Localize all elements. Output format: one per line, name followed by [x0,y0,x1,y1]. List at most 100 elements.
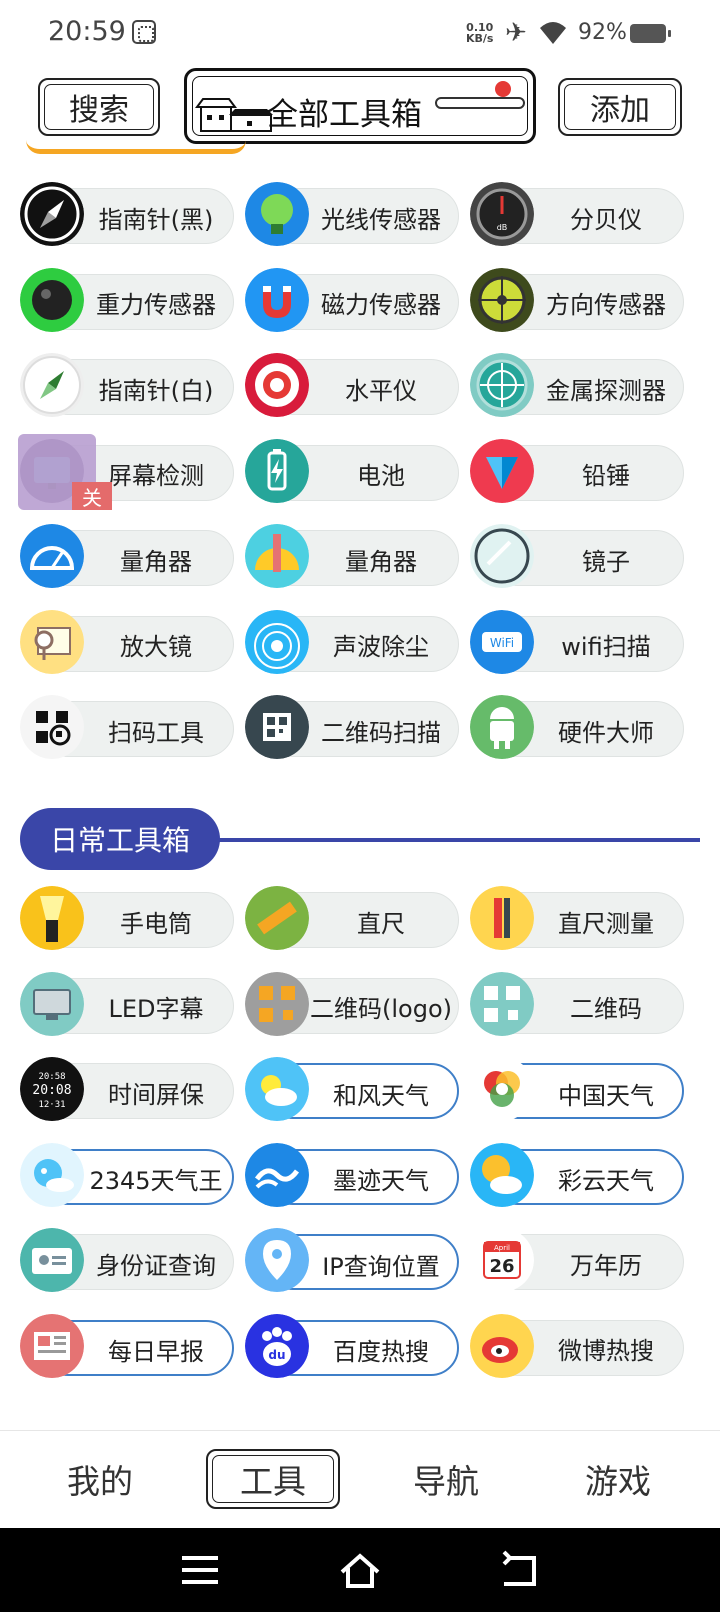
moji-weather-icon[interactable] [245,1142,309,1207]
tool-label: 中国天气 [558,1081,654,1110]
clock-screensaver-icon[interactable]: 20:58 20:08 12·31 [20,1057,84,1121]
tool-tile[interactable]: 墨迹天气 [245,1142,459,1207]
tool-tile[interactable]: 金属探测器 [470,353,684,417]
newspaper-icon[interactable] [20,1313,84,1378]
qr-code-icon[interactable] [470,971,534,1036]
tool-tile[interactable]: 量角器 [245,524,459,588]
compass-black-icon[interactable] [20,182,84,246]
tool-tile[interactable]: 镜子 [470,524,684,588]
tool-tile[interactable]: IP查询位置 [245,1228,459,1292]
ruler-pencil-icon[interactable] [470,886,534,950]
tool-tile[interactable]: 二维码扫描 [245,695,459,759]
ruler-icon[interactable] [245,886,309,950]
back-icon[interactable] [496,1548,544,1592]
tool-tile[interactable]: 百度热搜 du [245,1313,459,1378]
tool-tile[interactable]: 身份证查询 [20,1228,234,1292]
tool-label: wifi扫描 [561,633,651,661]
home-icon[interactable] [336,1548,384,1592]
monitor-icon[interactable] [20,971,84,1036]
level-target-icon[interactable] [245,353,309,417]
tool-tile[interactable]: 万年历 April 26 [470,1228,684,1292]
android-icon[interactable] [470,695,534,759]
tool-label: 磁力传感器 [321,291,441,319]
tool-tile[interactable]: 重力传感器 [20,267,234,332]
light-sensor-icon[interactable] [245,182,309,246]
nav-tab-mine[interactable]: 我的 [50,1449,150,1509]
protractor-icon[interactable] [20,524,84,588]
tool-tile[interactable]: 扫码工具 [20,695,234,759]
tool-tile[interactable]: 铅锤 [470,438,684,503]
tool-tile[interactable]: 微博热搜 [470,1313,684,1378]
tool-tile[interactable]: 直尺测量 [470,886,684,950]
tool-label: 铅锤 [582,462,630,490]
magnet-icon[interactable] [245,267,309,332]
scan-code-icon[interactable] [20,695,84,759]
section-header-tab [26,140,246,154]
decibel-meter-icon[interactable]: dB [470,182,534,246]
nav-tab-games[interactable]: 游戏 [568,1449,668,1509]
flashlight-icon[interactable] [20,886,84,950]
tool-label: 镜子 [582,547,630,576]
tool-tile[interactable]: 电池 [245,438,459,503]
tool-tile[interactable]: 放大镜 [20,609,234,674]
baidu-icon[interactable]: du [245,1313,309,1378]
tool-tile[interactable]: 彩云天气 [470,1142,684,1207]
metal-detector-icon[interactable] [470,353,534,417]
id-card-icon[interactable] [20,1228,84,1292]
qr-logo-icon[interactable] [245,971,309,1036]
add-button[interactable]: 添加 [558,78,682,136]
location-pin-icon[interactable] [245,1228,309,1292]
tool-tile[interactable]: 声波除尘 [245,609,459,674]
weibo-icon[interactable] [470,1313,534,1378]
compass-white-icon[interactable] [20,353,84,417]
magnifier-icon[interactable] [20,609,84,674]
menu-icon[interactable] [176,1548,224,1592]
qr-scan-icon[interactable] [245,695,309,759]
tool-tile[interactable]: 直尺 [245,886,459,950]
tool-tile[interactable]: 水平仪 [245,353,459,417]
tool-tile[interactable]: 指南针(黑) [20,182,234,246]
tool-tile[interactable]: 磁力传感器 [245,267,459,332]
direction-sensor-icon[interactable] [470,267,534,332]
search-button[interactable]: 搜索 [38,78,160,136]
china-weather-icon[interactable] [470,1057,534,1121]
tool-tile[interactable]: 二维码(logo) [245,971,459,1036]
weather-2345-icon[interactable] [20,1142,84,1207]
tool-tile[interactable]: 时间屏保 20:58 20:08 12·31 [20,1057,234,1121]
nav-tab-navigation[interactable]: 导航 [396,1449,496,1509]
tool-tile[interactable]: 手电筒 [20,886,234,950]
calendar-icon[interactable]: April 26 [470,1228,534,1292]
svg-text:20:58: 20:58 [38,1072,65,1082]
weather-sun-cloud-icon[interactable] [245,1057,309,1121]
wifi-icon[interactable]: WiFi [470,609,534,674]
nav-tab-tools[interactable]: 工具 [206,1449,340,1509]
tool-tile[interactable]: 每日早报 [20,1313,234,1378]
protractor-ruler-icon[interactable] [245,524,309,588]
tool-label: LED字幕 [108,995,204,1023]
tool-tile[interactable]: 量角器 [20,524,234,588]
caiyun-weather-icon[interactable] [470,1142,534,1207]
gravity-sensor-icon[interactable] [20,267,84,332]
battery-icon[interactable] [245,438,309,503]
tool-tile[interactable]: 光线传感器 [245,182,459,246]
tool-tile[interactable]: 方向传感器 [470,267,684,332]
wifi-signal-icon [540,22,566,44]
tool-tile[interactable]: 和风天气 [245,1057,459,1121]
plumb-bob-icon[interactable] [470,438,534,503]
tool-tile[interactable]: 分贝仪 dB [470,182,684,246]
sound-wave-icon[interactable] [245,609,309,674]
mirror-icon[interactable] [470,524,534,588]
tool-tile[interactable]: 2345天气王 [20,1142,234,1207]
tool-tile[interactable]: wifi扫描 WiFi [470,609,684,674]
tool-label: 时间屏保 [108,1080,204,1109]
svg-text:20:08: 20:08 [32,1083,71,1098]
tool-tile[interactable]: 指南针(白) [20,353,234,417]
tool-tile[interactable]: 中国天气 [470,1057,684,1121]
tool-tile[interactable]: 硬件大师 [470,695,684,759]
tool-tile[interactable]: LED字幕 [20,971,234,1036]
floating-close-button[interactable]: 关 [72,482,112,510]
tool-label: 和风天气 [333,1081,429,1110]
tool-tile[interactable]: 二维码 [470,971,684,1036]
tool-label: 直尺测量 [558,909,654,938]
tool-label: 二维码扫描 [321,718,441,747]
